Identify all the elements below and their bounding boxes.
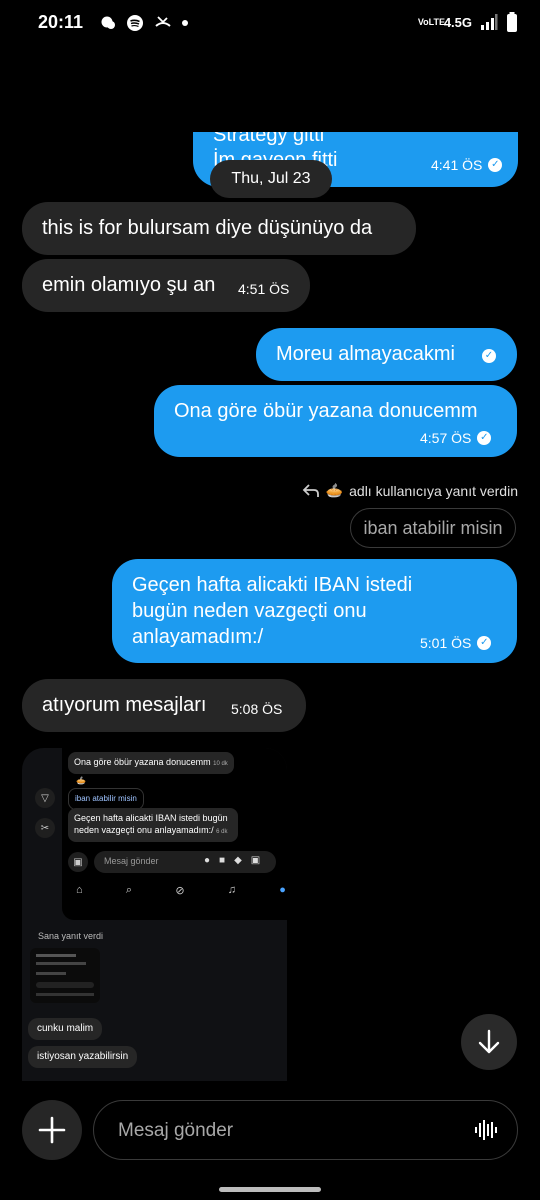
reply-quote[interactable]: iban atabilir misin <box>350 508 516 548</box>
mini-reply-quote: iban atabilir misin <box>68 788 144 810</box>
mini-composer: Mesaj gönder ●■◆▣ <box>94 851 276 873</box>
mini-composer-icons: ●■◆▣ <box>204 855 270 866</box>
mini-line <box>36 972 66 975</box>
mini-explore-icon: ⊘ <box>175 885 185 897</box>
message-time-label: 5:01 ÖS <box>420 635 472 651</box>
message-time: 5:08 ÖS <box>231 701 283 717</box>
message-time: 4:51 ÖS <box>238 281 290 297</box>
spotify-icon <box>127 15 143 31</box>
plus-icon <box>38 1116 66 1144</box>
message-text: Geçen hafta alicakti IBAN istedi <box>132 574 413 596</box>
scroll-down-button[interactable] <box>461 1014 517 1070</box>
message-text: atıyorum mesajları <box>42 694 207 716</box>
message-composer[interactable] <box>93 1100 518 1160</box>
mini-home-icon: ⌂ <box>76 884 83 896</box>
mini-bubble: Geçen hafta alicakti IBAN istedi bugün ne… <box>68 808 238 842</box>
dot-icon <box>182 20 188 26</box>
reply-arrow-icon <box>302 483 319 497</box>
status-right: VoLTE 4.5G <box>418 12 518 32</box>
mini-gallery-icon: ▣ <box>68 852 88 872</box>
reply-note-emoji: 🥧 <box>325 482 344 498</box>
message-outgoing[interactable]: Moreu almayacakmi ✓ <box>256 328 517 381</box>
message-incoming[interactable]: atıyorum mesajları 5:08 ÖS <box>22 679 306 732</box>
volte-label: VoLTE <box>417 16 445 27</box>
seen-check-icon: ✓ <box>477 431 492 445</box>
mini-emoji: 🥧 <box>76 776 86 785</box>
message-text: bugün neden vazgeçti onu <box>132 600 367 622</box>
reply-note-text: adlı kullanıcıya yanıt verdin <box>349 482 518 499</box>
status-time: 20:11 <box>38 12 84 32</box>
message-outgoing[interactable]: Ona göre öbür yazana donucemm 4:57 ÖS ✓ <box>154 385 517 457</box>
mini-nav-bar: ⌂ ⌕ ⊘ ♫ ● <box>76 884 286 897</box>
mini-line <box>36 962 86 965</box>
shared-screenshot-image[interactable]: ▽ ✂ Ona göre öbür yazana donucemm 10 dk … <box>22 748 287 1081</box>
message-incoming[interactable]: this is for bulursam diye düşünüyo da <box>22 202 416 255</box>
message-time-label: 4:57 ÖS <box>420 430 472 446</box>
seen-check-icon: ✓ <box>488 158 503 172</box>
header-background <box>0 48 540 132</box>
add-button[interactable] <box>22 1100 82 1160</box>
status-bar: 20:11 VoLTE 4.5G <box>0 0 540 48</box>
mini-chat-frame: Ona göre öbür yazana donucemm 10 dk 🥧 ib… <box>62 748 287 920</box>
message-incoming[interactable]: emin olamıyo şu an 4:51 ÖS <box>22 259 310 312</box>
mini-line <box>36 954 76 957</box>
mini-bell-icon: ♫ <box>227 884 237 896</box>
notification-icons <box>100 14 188 32</box>
message-time: 4:57 ÖS ✓ <box>420 425 492 451</box>
message-time: 4:41 ÖS ✓ <box>431 152 503 178</box>
chat-notification-icon <box>101 16 115 29</box>
mini-composer-placeholder: Mesaj gönder <box>104 856 159 866</box>
signal-icon <box>481 14 498 30</box>
mini-bubble-text: neden vazgeçti onu anlayamadım:/ <box>74 825 214 835</box>
mini-bubble-text: Ona göre öbür yazana donucemm <box>74 757 211 767</box>
mini-nested-screenshot <box>30 948 100 1003</box>
mini-replied-label: Sana yanıt verdi <box>38 931 104 941</box>
mini-scissors-icon: ✂ <box>35 818 55 838</box>
message-outgoing[interactable]: Geçen hafta alicakti IBAN istedi bugün n… <box>112 559 517 663</box>
seen-check-icon: ✓ <box>477 636 492 650</box>
home-indicator[interactable] <box>219 1187 321 1192</box>
seen-check-icon: ✓ <box>482 349 496 363</box>
mini-bubble-time: 6 dk <box>216 829 228 835</box>
mini-messages-icon: ● <box>279 884 286 896</box>
voice-message-icon[interactable] <box>474 1119 498 1141</box>
missed-call-icon <box>155 16 171 27</box>
date-separator: Thu, Jul 23 <box>210 160 332 198</box>
mini-send-icon: ▽ <box>35 788 55 808</box>
mini-line <box>36 982 94 988</box>
mini-bubble-time: 10 dk <box>213 761 228 767</box>
message-time-label: 4:41 ÖS <box>431 157 483 173</box>
message-text: Ona göre öbür yazana donucemm <box>174 400 478 422</box>
message-text: this is for bulursam diye düşünüyo da <box>42 217 373 239</box>
message-text: Moreu almayacakmi <box>276 343 455 365</box>
message-text: emin olamıyo şu an <box>42 274 216 296</box>
network-label: 4.5G <box>443 14 472 30</box>
mini-bubble: istiyosan yazabilirsin <box>28 1046 138 1068</box>
battery-icon <box>507 12 517 32</box>
mini-bubble: Ona göre öbür yazana donucemm 10 dk <box>68 752 234 774</box>
message-text: anlayamadım:/ <box>132 626 264 648</box>
mini-bubble-text: Geçen hafta alicakti IBAN istedi bugün <box>74 813 228 823</box>
message-time: 5:01 ÖS ✓ <box>420 630 492 656</box>
message-input[interactable] <box>116 1101 460 1160</box>
mini-search-icon: ⌕ <box>125 884 133 896</box>
arrow-down-icon <box>478 1029 500 1054</box>
reply-note: 🥧 adlı kullanıcıya yanıt verdin <box>302 482 518 499</box>
mini-bubble: cunku malim <box>28 1018 103 1040</box>
mini-line <box>36 993 94 996</box>
